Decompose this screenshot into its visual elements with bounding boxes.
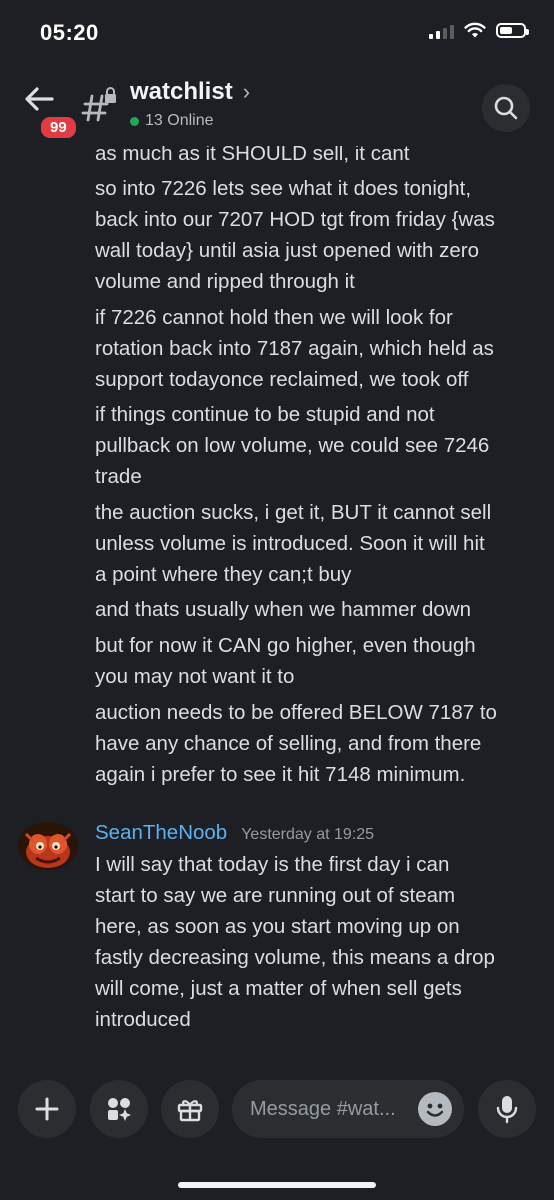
message-line: so into 7226 lets see what it does tonig… bbox=[95, 177, 472, 200]
message-line: volume and ripped through it bbox=[95, 270, 355, 293]
chevron-right-icon: › bbox=[242, 79, 251, 104]
channel-title[interactable]: watchlist › bbox=[130, 78, 250, 106]
message-line: introduced bbox=[95, 1008, 191, 1031]
message-line: rotation back into 7187 again, which hel… bbox=[95, 337, 494, 360]
message-placeholder: Message #wat... bbox=[250, 1097, 396, 1120]
message-line: again i prefer to see it hit 7148 minimu… bbox=[95, 763, 466, 786]
apps-button[interactable] bbox=[90, 1080, 148, 1138]
message-line: auction needs to be offered BELOW 7187 t… bbox=[95, 701, 497, 724]
message-line: unless volume is introduced. Soon it wil… bbox=[95, 532, 485, 555]
unread-badge: 99 bbox=[38, 114, 79, 141]
message-line: the auction sucks, i get it, BUT it cann… bbox=[95, 501, 492, 524]
avatar[interactable] bbox=[18, 822, 78, 870]
status-time: 05:20 bbox=[40, 20, 99, 45]
message-header: SeanTheNoob Yesterday at 19:25 bbox=[95, 821, 374, 845]
battery-icon bbox=[496, 23, 529, 38]
message-line: back into our 7207 HOD tgt from friday {… bbox=[95, 208, 495, 231]
cellular-signal-icon bbox=[429, 23, 454, 39]
message-line: wall today} until asia just opened with … bbox=[95, 239, 480, 262]
message-line: a point where they can;t buy bbox=[95, 563, 352, 586]
message-line: trade bbox=[95, 465, 142, 488]
message-timestamp: Yesterday at 19:25 bbox=[241, 826, 375, 843]
message-line: you may not want it to bbox=[95, 665, 295, 688]
author-name[interactable]: SeanTheNoob bbox=[95, 821, 227, 845]
online-dot-icon bbox=[130, 116, 139, 126]
wifi-icon bbox=[464, 22, 486, 38]
voice-message-button[interactable] bbox=[478, 1080, 536, 1138]
apps-icon bbox=[108, 1098, 131, 1121]
plus-icon bbox=[35, 1097, 59, 1121]
add-attachment-button[interactable] bbox=[18, 1080, 76, 1138]
channel-name: watchlist bbox=[130, 78, 233, 105]
message-line: will come, just a matter of when sell ge… bbox=[95, 977, 462, 1000]
gift-icon bbox=[177, 1100, 203, 1122]
message-line: as much as it SHOULD sell, it cant bbox=[95, 146, 410, 165]
message-line: start to say we are running out of steam bbox=[95, 884, 456, 907]
hashtag-lock-icon bbox=[80, 86, 120, 126]
status-bar: 05:20 bbox=[0, 0, 554, 70]
online-count: 13 Online bbox=[130, 112, 214, 130]
status-icons bbox=[429, 22, 529, 39]
message-line: pullback on low volume, we could see 724… bbox=[95, 434, 490, 457]
message-line: and thats usually when we hammer down bbox=[95, 598, 472, 621]
message-input[interactable]: Message #wat... bbox=[232, 1080, 464, 1138]
gift-button[interactable] bbox=[161, 1080, 219, 1138]
message-line: but for now it CAN go higher, even thoug… bbox=[95, 634, 476, 657]
emoji-icon bbox=[426, 1103, 444, 1117]
arrow-left-icon bbox=[25, 87, 54, 111]
message-line: here, as soon as you start moving up on bbox=[95, 915, 460, 938]
message-line: fastly decreasing volume, this means a d… bbox=[95, 946, 495, 969]
message-line: if things continue to be stupid and not bbox=[95, 403, 435, 426]
message-line: support todayonce reclaimed, we took off bbox=[95, 368, 469, 391]
online-text: 13 Online bbox=[145, 112, 214, 129]
search-button[interactable] bbox=[482, 84, 530, 132]
search-icon bbox=[494, 96, 518, 120]
message-line: I will say that today is the first day i… bbox=[95, 853, 450, 876]
home-indicator[interactable] bbox=[178, 1182, 376, 1188]
emoji-button[interactable] bbox=[418, 1092, 452, 1126]
channel-header: 99 watchlist › 13 Online bbox=[0, 70, 554, 148]
message-line: have any chance of selling, and from the… bbox=[95, 732, 482, 755]
message-line: if 7226 cannot hold then we will look fo… bbox=[95, 306, 453, 329]
message-composer: Message #wat... bbox=[0, 1070, 554, 1150]
microphone-icon bbox=[496, 1096, 518, 1124]
